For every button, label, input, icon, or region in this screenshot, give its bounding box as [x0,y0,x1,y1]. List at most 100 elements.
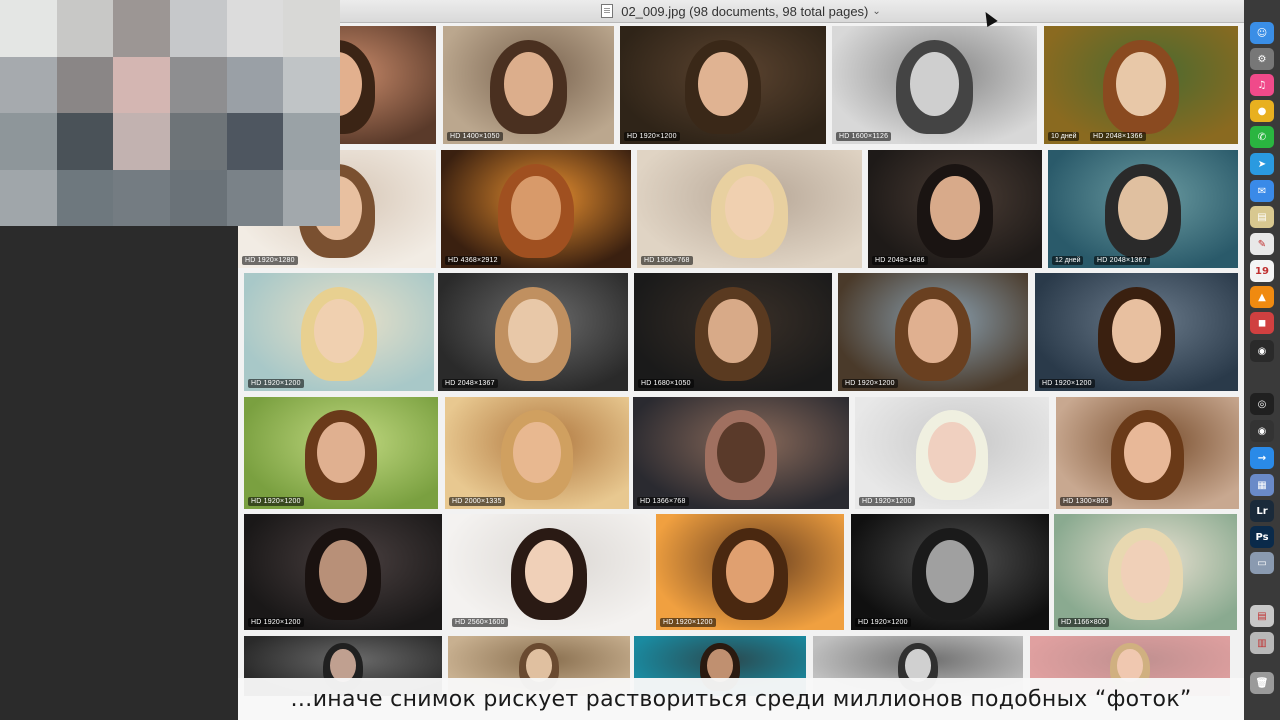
dvd-player-icon[interactable]: ◉ [1250,340,1274,362]
image-thumbnail[interactable]: HD 1920×1200 [244,514,442,630]
lightroom-icon[interactable]: Lr [1250,500,1274,522]
image-thumbnail[interactable]: HD 2560×1600 [448,514,650,630]
image-thumbnail[interactable]: HD 1400×1050 [443,26,614,144]
image-thumbnail[interactable]: HD 4368×2912 [441,150,631,268]
image-thumbnail[interactable]: HD 1920×1200 [1035,273,1238,391]
folder-stack-icon[interactable]: ▥ [1250,632,1274,654]
portrait-face [717,421,765,483]
vlc-icon[interactable]: ▲ [1250,286,1274,308]
image-thumbnail[interactable]: HD 1600×1126 [832,26,1037,144]
system-preferences-icon[interactable]: ⚙ [1250,48,1274,70]
portrait-face [513,421,561,483]
image-thumbnail[interactable]: HD 1360×768 [637,150,862,268]
messenger-icon[interactable]: ✉ [1250,180,1274,202]
obs-icon[interactable]: ◎ [1250,393,1274,415]
portrait-face [1118,175,1168,241]
chrome-icon[interactable]: ● [1250,100,1274,122]
portrait-face [925,539,975,603]
finder-icon[interactable]: ☺ [1250,22,1274,44]
photo-booth-icon[interactable]: ◼ [1250,312,1274,334]
dock: ☺ ⚙ ♫ ● ✆ ➤ ✉ ▤ ✎ 19 ▲ ◼ ◉ ◎ ◉ → ▦ Lr Ps ▭ ▤ ▥ 🗑 [1244,0,1280,720]
resolution-badge: HD 1920×1200 [859,497,915,506]
portrait-face [708,298,758,364]
resolution-badge: HD 1920×1200 [248,618,304,627]
portrait-face [524,539,574,603]
textedit-icon[interactable]: ✎ [1250,233,1274,255]
portrait-face [318,539,368,603]
telegram-icon[interactable]: ➤ [1250,153,1274,175]
image-thumbnail[interactable]: HD 2000×1335 [445,397,629,509]
window-title: 02_009.jpg (98 documents, 98 total pages… [621,3,869,19]
image-thumbnail[interactable]: HD 2048×1367 12 дней [1048,150,1238,268]
image-thumbnail[interactable]: HD 1366×768 [633,397,849,509]
image-thumbnail[interactable]: HD 1680×1050 [634,273,832,391]
resolution-badge: HD 1920×1200 [1039,379,1095,388]
image-thumbnail[interactable]: HD 2048×1367 [438,273,628,391]
portrait-face [511,175,561,241]
image-thumbnail[interactable]: HD 1920×1200 [855,397,1049,509]
portrait-face [908,298,958,364]
resolution-badge: HD 4368×2912 [445,256,501,265]
resolution-badge: HD 1920×1200 [842,379,898,388]
image-thumbnail[interactable]: HD 1166×800 [1054,514,1237,630]
resolution-badge: HD 1920×1200 [855,618,911,627]
resolution-badge: HD 1166×800 [1058,618,1110,627]
portrait-face [930,175,980,241]
subtitle-caption: …иначе снимок рискует раствориться среди… [238,678,1244,720]
portrait-face [698,51,748,117]
resolution-badge: HD 2560×1600 [452,618,508,627]
resolution-badge: HD 2048×1366 [1090,132,1146,141]
preview-icon[interactable]: ▦ [1250,474,1274,496]
portrait-face [314,298,364,364]
trash-icon[interactable]: 🗑 [1250,672,1274,694]
whatsapp-icon[interactable]: ✆ [1250,126,1274,148]
chevron-down-icon[interactable]: ⌄ [872,6,880,17]
resolution-badge: HD 1920×1200 [660,618,716,627]
portrait-face [1116,51,1166,117]
image-thumbnail[interactable]: HD 1920×1200 [656,514,844,630]
image-thumbnail[interactable]: HD 1920×1200 [244,397,438,509]
image-thumbnail[interactable]: HD 1300×865 [1056,397,1239,509]
resolution-badge: HD 1920×1200 [248,497,304,506]
resolution-badge: HD 2048×1486 [872,256,928,265]
notes-icon[interactable]: ▤ [1250,206,1274,228]
portrait-face [508,298,558,364]
camera-icon[interactable]: ◉ [1250,420,1274,442]
resolution-badge: HD 1366×768 [637,497,689,506]
document-stack-icon[interactable]: ▤ [1250,605,1274,627]
portrait-face [725,539,775,603]
resolution-badge: HD 2048×1367 [1094,256,1150,265]
photoshop-icon[interactable]: Ps [1250,526,1274,548]
portrait-face [1121,539,1170,603]
window-titlebar[interactable]: 02_009.jpg (98 documents, 98 total pages… [238,0,1244,23]
resolution-badge: HD 2000×1335 [449,497,505,506]
resolution-badge: HD 1600×1126 [836,132,892,141]
itunes-icon[interactable]: ♫ [1250,74,1274,96]
image-thumbnail[interactable]: HD 2048×1366 10 дней [1044,26,1238,144]
portrait-face [1123,421,1171,483]
portrait-face [317,421,365,483]
preview-window: 02_009.jpg (98 documents, 98 total pages… [238,0,1244,720]
migration-icon[interactable]: → [1250,447,1274,469]
portrait-face [928,421,976,483]
image-thumbnail[interactable]: HD 1920×1200 [244,273,434,391]
resolution-badge: HD 1680×1050 [638,379,694,388]
resolution-badge: HD 1300×865 [1060,497,1112,506]
age-badge: 12 дней [1052,256,1084,265]
image-thumbnail[interactable]: HD 1920×1200 [620,26,826,144]
calendar-icon[interactable]: 19 [1250,260,1274,282]
age-badge: 10 дней [1048,132,1080,141]
image-thumbnail[interactable]: HD 1920×1200 [851,514,1049,630]
resolution-badge: HD 1920×1280 [242,256,298,265]
resolution-badge: HD 1360×768 [641,256,693,265]
document-icon [601,4,614,18]
resolution-badge: HD 1920×1200 [624,132,680,141]
image-capture-icon[interactable]: ▭ [1250,552,1274,574]
resolution-badge: HD 2048×1367 [442,379,498,388]
image-thumbnail[interactable]: HD 1920×1200 [838,273,1028,391]
resolution-badge: HD 1920×1200 [248,379,304,388]
image-thumbnail[interactable]: HD 2048×1486 [868,150,1042,268]
image-grid: HD 1400×1050 HD 1920×1200 HD 1600×1126 HD 2… [238,22,1244,720]
resolution-badge: HD 1400×1050 [447,132,503,141]
pixelated-webcam-overlay [0,0,340,226]
